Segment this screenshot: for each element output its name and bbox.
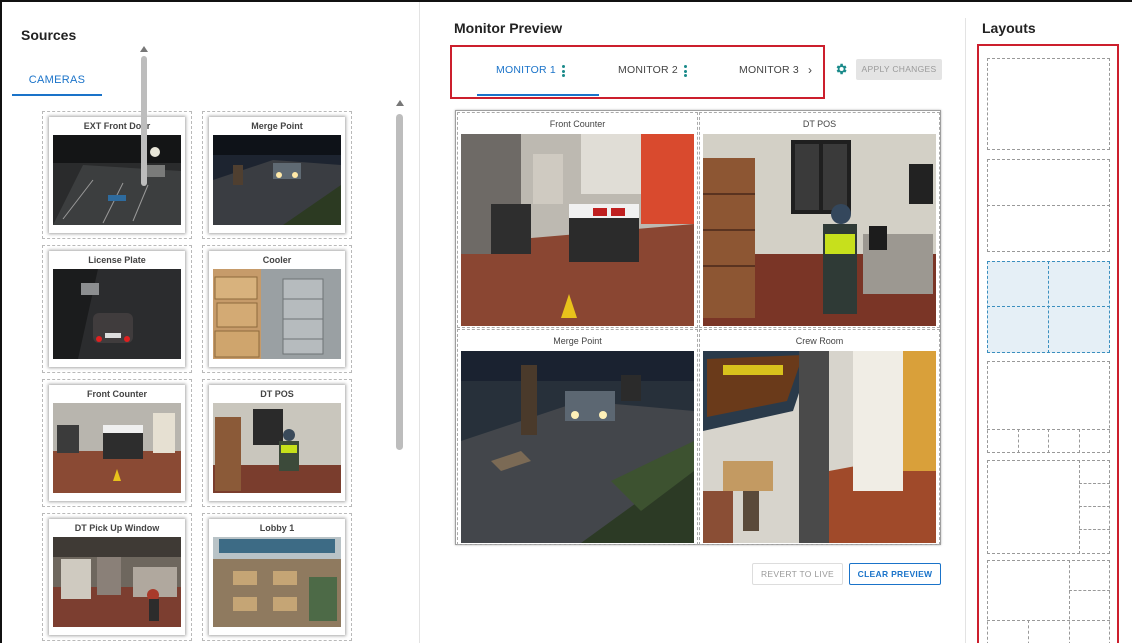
layouts-scroll-thumb[interactable] [141,56,147,186]
camera-label: License Plate [88,255,146,265]
camera-card-license-plate[interactable]: License Plate [42,245,192,373]
camera-thumbnail [53,269,181,359]
tile-label: DT POS [802,119,837,129]
camera-card-front-counter[interactable]: Front Counter [42,379,192,507]
tab-cameras[interactable]: CAMERAS [12,62,102,96]
scroll-up-icon[interactable] [396,100,404,106]
tile-label: Merge Point [553,336,602,346]
camera-card-cooler[interactable]: Cooler [202,245,352,373]
monitor-tile-merge-point[interactable]: Merge Point [457,329,698,545]
layouts-scrollbar[interactable] [140,46,148,643]
camera-feed [703,351,936,543]
layout-option-1-plus-4-right[interactable] [987,460,1110,554]
clear-preview-button[interactable]: CLEAR PREVIEW [849,563,941,585]
monitor-preview-title: Monitor Preview [454,20,563,36]
camera-thumbnail [53,537,181,627]
camera-card-dt-pick-up-window[interactable]: DT Pick Up Window [42,513,192,641]
active-tab-indicator [477,94,599,96]
monitor-grid: Front Counter DT POS Merge Point Crew Ro… [455,110,941,545]
camera-thumbnail [213,403,341,493]
layout-option-1-plus-1[interactable] [987,159,1110,252]
monitor-tile-dt-pos[interactable]: DT POS [699,112,940,328]
layout-option-2x2[interactable] [987,261,1110,353]
tile-label: Crew Room [795,336,844,346]
sources-scrollbar[interactable] [396,100,404,640]
camera-thumbnail [53,403,181,493]
layout-option-1-plus-4-bottom[interactable] [987,361,1110,453]
camera-label: DT POS [260,389,294,399]
chevron-right-icon[interactable]: › [808,63,812,77]
camera-feed [461,351,694,543]
monitor-tile-front-counter[interactable]: Front Counter [457,112,698,328]
camera-label: EXT Front Door [83,121,151,131]
panel-divider [965,18,966,643]
camera-thumbnail [213,135,341,225]
camera-thumbnail [53,135,181,225]
gear-icon[interactable] [834,62,848,76]
camera-card-lobby-1[interactable]: Lobby 1 [202,513,352,641]
camera-feed [703,134,936,326]
camera-label: Lobby 1 [259,523,295,533]
monitor-1-menu-icon[interactable] [562,65,565,77]
camera-thumbnail [213,269,341,359]
camera-label: DT Pick Up Window [74,523,160,533]
layouts-list [977,44,1119,643]
revert-to-live-button[interactable]: REVERT TO LIVE [752,563,843,585]
camera-card-merge-point[interactable]: Merge Point [202,111,352,239]
apply-changes-button[interactable]: APPLY CHANGES [856,59,942,80]
monitor-tile-crew-room[interactable]: Crew Room [699,329,940,545]
monitor-2-menu-icon[interactable] [684,65,687,77]
camera-label: Front Counter [87,389,147,399]
layout-option-1x1[interactable] [987,58,1110,150]
scroll-up-icon[interactable] [140,46,148,52]
monitor-tabs: MONITOR 1 MONITOR 2 MONITOR 3 › [450,45,825,99]
camera-card-ext-front-door[interactable]: EXT Front Door [42,111,192,239]
camera-feed [461,134,694,326]
tab-monitor-2[interactable]: MONITOR 2 [618,64,678,76]
camera-label: Cooler [262,255,292,265]
camera-label: Merge Point [251,121,303,131]
sources-title: Sources [21,27,77,43]
tab-monitor-3[interactable]: MONITOR 3 [739,64,799,76]
tile-label: Front Counter [549,119,606,129]
camera-thumbnail [213,537,341,627]
layouts-title: Layouts [982,20,1036,36]
layout-option-1-plus-5[interactable] [987,560,1110,643]
sources-scroll-thumb[interactable] [396,114,403,450]
tab-monitor-1[interactable]: MONITOR 1 [496,64,556,76]
camera-card-dt-pos[interactable]: DT POS [202,379,352,507]
